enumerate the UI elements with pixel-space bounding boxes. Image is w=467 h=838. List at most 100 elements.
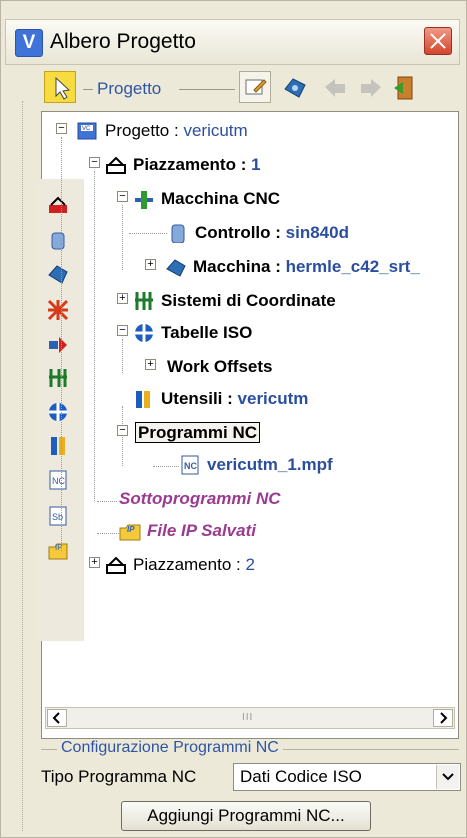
panel-edge <box>22 101 23 831</box>
project-value: vericutm <box>183 121 248 140</box>
setup-2-value: 2 <box>245 555 255 574</box>
nc-subprograms-label: Sottoprogrammi NC <box>119 489 281 508</box>
redo-icon[interactable] <box>357 75 385 101</box>
tools-icon <box>136 391 150 408</box>
program-type-select[interactable]: Dati Codice ISO <box>233 763 461 791</box>
component-icon[interactable] <box>47 299 69 321</box>
setup-label: Piazzamento : <box>133 155 247 174</box>
tools-icon[interactable] <box>47 435 69 457</box>
collapse-toggle[interactable]: − <box>89 157 100 168</box>
nc-file-label: vericutm_1.mpf <box>207 455 333 474</box>
machine-icon[interactable] <box>281 73 311 103</box>
scroll-left-button[interactable] <box>47 709 67 727</box>
tree-line <box>129 233 167 234</box>
tree-node-ip-files[interactable]: IP File IP Salvati <box>119 517 256 545</box>
horizontal-scrollbar[interactable]: III <box>45 707 455 729</box>
title-bar: V Albero Progetto <box>5 19 460 65</box>
chevron-right-icon <box>440 712 448 724</box>
attach-icon[interactable] <box>47 333 69 355</box>
toolbar-divider <box>83 89 93 90</box>
svg-text:NC: NC <box>52 476 65 486</box>
tree-node-iso-tables[interactable]: Tabelle ISO <box>133 319 252 347</box>
nc-subprogram-icon[interactable]: Sb <box>47 505 69 527</box>
machine-cnc-icon <box>135 191 153 209</box>
nc-program-icon[interactable]: NC <box>47 469 69 491</box>
collapse-toggle[interactable]: − <box>56 123 67 134</box>
machine-icon[interactable] <box>47 263 69 285</box>
ip-file-icon[interactable]: IP <box>47 539 69 561</box>
svg-text:VC: VC <box>82 126 91 132</box>
project-icon: VC <box>77 122 97 140</box>
expand-toggle[interactable]: + <box>89 557 100 568</box>
coordinate-system-icon[interactable] <box>47 367 69 389</box>
chevron-down-icon <box>442 773 454 781</box>
toolbar-divider <box>179 89 235 90</box>
tree-node-machine-cnc[interactable]: Macchina CNC <box>133 185 280 213</box>
control-icon <box>171 224 185 243</box>
iso-tables-label: Tabelle ISO <box>161 323 253 342</box>
iso-table-icon <box>135 324 153 342</box>
work-offsets-label: Work Offsets <box>167 357 273 376</box>
control-value: sin840d <box>285 223 349 242</box>
tree-node-coordinate-systems[interactable]: Sistemi di Coordinate <box>133 287 336 315</box>
tree-node-setup-2[interactable]: Piazzamento : 2 <box>105 551 255 579</box>
tree-line <box>153 466 179 467</box>
expand-toggle[interactable]: + <box>145 259 156 270</box>
setup-icon <box>106 556 126 574</box>
nc-programs-label: Programmi NC <box>135 422 261 443</box>
tree-node-tools[interactable]: Utensili : vericutm <box>133 385 308 413</box>
tools-value: vericutm <box>237 389 309 408</box>
add-nc-programs-button[interactable]: Aggiungi Programmi NC... <box>121 801 371 831</box>
svg-text:IP: IP <box>127 525 135 534</box>
control-icon[interactable] <box>47 229 69 251</box>
collapse-toggle[interactable]: − <box>117 191 128 202</box>
config-section-title: Configurazione Programmi NC <box>57 739 283 757</box>
tree-node-nc-file[interactable]: NC vericutm_1.mpf <box>179 451 333 479</box>
program-type-value: Dati Codice ISO <box>240 767 362 786</box>
tree-line <box>97 501 117 502</box>
setup-2-label: Piazzamento : <box>133 555 241 574</box>
albero-progetto-window: V Albero Progetto Progetto NC Sb IP − VC… <box>0 0 467 838</box>
ip-files-label: File IP Salvati <box>147 521 256 540</box>
dropdown-button[interactable] <box>436 765 459 789</box>
scroll-right-button[interactable] <box>433 709 453 727</box>
exit-icon[interactable] <box>391 73 421 103</box>
chevron-left-icon <box>52 712 60 724</box>
tree-node-nc-subprograms[interactable]: Sottoprogrammi NC <box>119 485 281 513</box>
control-label: Controllo : <box>195 223 281 242</box>
tree-line <box>122 339 123 373</box>
project-label: Progetto : <box>105 121 179 140</box>
machine-icon <box>166 259 186 277</box>
coordinate-systems-label: Sistemi di Coordinate <box>161 291 336 310</box>
setup-icon <box>106 156 126 174</box>
tree-node-project[interactable]: VC Progetto : vericutm <box>77 117 248 145</box>
tree-node-work-offsets[interactable]: Work Offsets <box>139 353 273 381</box>
tree-line <box>122 406 123 466</box>
machine-value: hermle_c42_srt_ <box>285 257 420 276</box>
vericut-app-icon: V <box>15 29 43 57</box>
setup-value: 1 <box>251 155 261 174</box>
tree-line <box>97 533 119 534</box>
svg-text:NC: NC <box>184 461 197 471</box>
tree-line <box>122 205 123 270</box>
select-cursor-button[interactable] <box>44 71 76 103</box>
undo-icon[interactable] <box>321 75 349 101</box>
progetto-label: Progetto <box>97 79 162 98</box>
close-button[interactable] <box>424 27 452 55</box>
scroll-grip[interactable]: III <box>242 712 253 723</box>
properties-button[interactable] <box>239 71 271 103</box>
tree-node-setup-1[interactable]: Piazzamento : 1 <box>105 151 261 179</box>
side-toolbar: NC Sb IP <box>36 179 84 641</box>
tree-node-machine[interactable]: Macchina : hermle_c42_srt_ <box>165 253 420 281</box>
collapse-toggle[interactable]: − <box>117 425 128 436</box>
tree-node-nc-programs[interactable]: Programmi NC <box>135 419 261 447</box>
ip-file-icon: IP <box>119 524 141 541</box>
window-title: Albero Progetto <box>50 30 196 53</box>
tree-line <box>94 171 95 501</box>
expand-toggle[interactable]: + <box>117 293 128 304</box>
toolbar: Progetto <box>37 67 457 109</box>
iso-table-icon[interactable] <box>47 401 69 423</box>
tree-node-control[interactable]: Controllo : sin840d <box>167 219 349 247</box>
setup-add-icon[interactable] <box>47 195 69 217</box>
collapse-toggle[interactable]: − <box>117 325 128 336</box>
